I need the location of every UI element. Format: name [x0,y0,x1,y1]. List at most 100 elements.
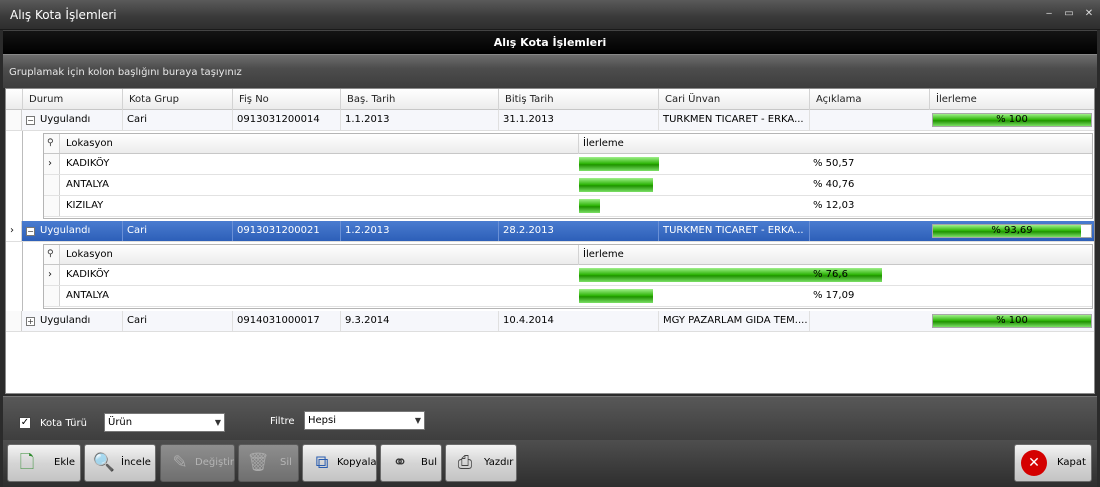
cell-fis-no: 0914031000017 [232,311,340,331]
filtre-value: Hepsi [308,415,337,426]
list-item[interactable]: KIZILAY % 12,03 [44,196,1092,217]
column-header-detail-ilerleme[interactable]: İlerleme [578,245,1078,265]
progress-text: % 100 [996,114,1028,125]
group-by-panel[interactable]: Gruplamak için kolon başlığını buraya ta… [3,54,1097,88]
progress-text: % 17,09 [813,290,855,301]
progress-text: % 40,76 [813,179,855,190]
column-header-cari-unvan[interactable]: Cari Ünvan [658,89,809,110]
detail-grid[interactable]: ⚲ Lokasyon İlerleme › KADIKÖY % 76,6 ANT… [43,244,1093,309]
column-header-lokasyon[interactable]: Lokasyon [62,134,582,154]
row-indicator [6,311,22,331]
progress-fill [579,199,601,213]
cell-aciklama [809,110,929,130]
collapse-icon[interactable]: − [26,227,35,236]
close-button[interactable]: ✕ Kapat [1014,444,1092,482]
progress-text: % 12,03 [813,200,855,211]
cell-kota-grup: Cari [122,110,232,130]
progress-fill [579,157,659,171]
current-row-arrow-icon: › [48,158,52,169]
column-header-fis-no[interactable]: Fiş No [232,89,340,110]
progress-bar: % 93,69 [932,224,1092,238]
filter-bar: ✓ Kota Türü Ürün ▼ Filtre Hepsi ▼ [3,396,1097,440]
progress-fill [579,289,653,303]
find-button[interactable]: ⚭ Bul [380,444,442,482]
list-item[interactable]: › KADIKÖY % 50,57 [44,154,1092,175]
cell-lokasyon: KADIKÖY [66,158,110,169]
chevron-down-icon[interactable]: ▼ [215,414,221,431]
cell-durum: Uygulandı [40,225,91,236]
cell-bitis-tarih: 10.4.2014 [498,311,658,331]
find-button-label: Bul [421,457,437,468]
detail-indicator [44,286,60,306]
cell-durum: Uygulandı [40,114,91,125]
table-row[interactable]: − Uygulandı Cari 0913031200014 1.1.2013 … [6,110,1094,131]
detail-progress: % 17,09 [579,289,974,303]
inspect-button-label: İncele [121,457,151,468]
column-header-aciklama[interactable]: Açıklama [809,89,929,110]
search-icon[interactable]: ⚲ [47,249,57,259]
copy-button-label: Kopyala [337,457,377,468]
inspect-button[interactable]: 🔍 İncele [84,444,156,482]
kota-turu-checkbox[interactable]: ✓ [19,417,31,429]
kota-turu-select[interactable]: Ürün ▼ [104,413,225,432]
form-header: Alış Kota İşlemleri [3,30,1097,54]
detail-progress: % 40,76 [579,178,929,192]
maximize-icon[interactable]: ▭ [1062,8,1076,20]
group-by-hint: Gruplamak için kolon başlığını buraya ta… [9,67,242,78]
action-toolbar: 🗋 Ekle 🔍 İncele ✎ Değiştir 🗑 Sil ⧉ Kopya… [3,440,1097,487]
print-button[interactable]: ⎙ Yazdır [445,444,517,482]
window-title-bar: Alış Kota İşlemleri ‒ ▭ ✕ [0,0,1100,30]
filtre-label: Filtre [270,416,295,427]
column-header-detail-ilerleme[interactable]: İlerleme [578,134,1078,154]
progress-text: % 93,69 [991,225,1033,236]
edit-button-label: Değiştir [195,457,234,468]
minimize-icon[interactable]: ‒ [1042,8,1056,20]
close-window-icon[interactable]: ✕ [1082,8,1096,20]
column-header-ilerleme[interactable]: İlerleme [929,89,1094,110]
cell-fis-no: 0913031200021 [232,221,340,241]
copy-icon: ⧉ [315,452,329,473]
cell-bas-tarih: 1.1.2013 [340,110,498,130]
table-row[interactable]: + Uygulandı Cari 0914031000017 9.3.2014 … [6,311,1094,332]
detail-indicator: ⚲ [44,134,60,153]
table-row-selected[interactable]: › − Uygulandı Cari 0913031200021 1.2.201… [6,221,1094,242]
column-header-durum[interactable]: Durum [22,89,122,110]
cell-durum: Uygulandı [40,315,91,326]
list-item[interactable]: ANTALYA % 17,09 [44,286,1092,307]
detail-indicator [44,196,60,216]
cell-fis-no: 0913031200014 [232,110,340,130]
row-indicator [6,110,22,130]
printer-icon: ⎙ [457,452,473,473]
cell-kota-grup: Cari [122,311,232,331]
column-header-bas-tarih[interactable]: Baş. Tarih [340,89,498,110]
list-item[interactable]: › KADIKÖY % 76,6 [44,265,1092,286]
progress-text: % 100 [996,315,1028,326]
progress-bar: % 100 [932,113,1092,127]
detail-grid[interactable]: ⚲ Lokasyon İlerleme › KADIKÖY % 50,57 AN… [43,133,1093,219]
list-item[interactable]: ANTALYA % 40,76 [44,175,1092,196]
delete-button[interactable]: 🗑 Sil [238,444,299,482]
binoculars-icon: ⚭ [392,452,408,473]
progress-text: % 50,57 [813,158,855,169]
close-icon: ✕ [1021,450,1047,476]
copy-button[interactable]: ⧉ Kopyala [302,444,377,482]
edit-button[interactable]: ✎ Değiştir [160,444,235,482]
column-header-kota-grup[interactable]: Kota Grup [122,89,232,110]
progress-fill [579,178,654,192]
grid-header: Durum Kota Grup Fiş No Baş. Tarih Bitiş … [6,89,1094,110]
detail-indicator: ⚲ [44,245,60,264]
add-button-label: Ekle [54,457,76,468]
kota-turu-label: Kota Türü [40,418,87,429]
detail-indicator: › [44,154,60,174]
add-button[interactable]: 🗋 Ekle [7,444,81,482]
column-header-bitis-tarih[interactable]: Bitiş Tarih [498,89,658,110]
detail-panel: ⚲ Lokasyon İlerleme › KADIKÖY % 76,6 ANT… [22,242,1094,311]
search-icon[interactable]: ⚲ [47,138,57,148]
filtre-select[interactable]: Hepsi ▼ [304,411,425,430]
collapse-icon[interactable]: − [26,116,35,125]
chevron-down-icon[interactable]: ▼ [415,412,421,429]
form-header-title: Alış Kota İşlemleri [493,36,607,49]
column-header-lokasyon[interactable]: Lokasyon [62,245,582,265]
expand-icon[interactable]: + [26,317,35,326]
quota-grid[interactable]: Durum Kota Grup Fiş No Baş. Tarih Bitiş … [5,88,1095,394]
